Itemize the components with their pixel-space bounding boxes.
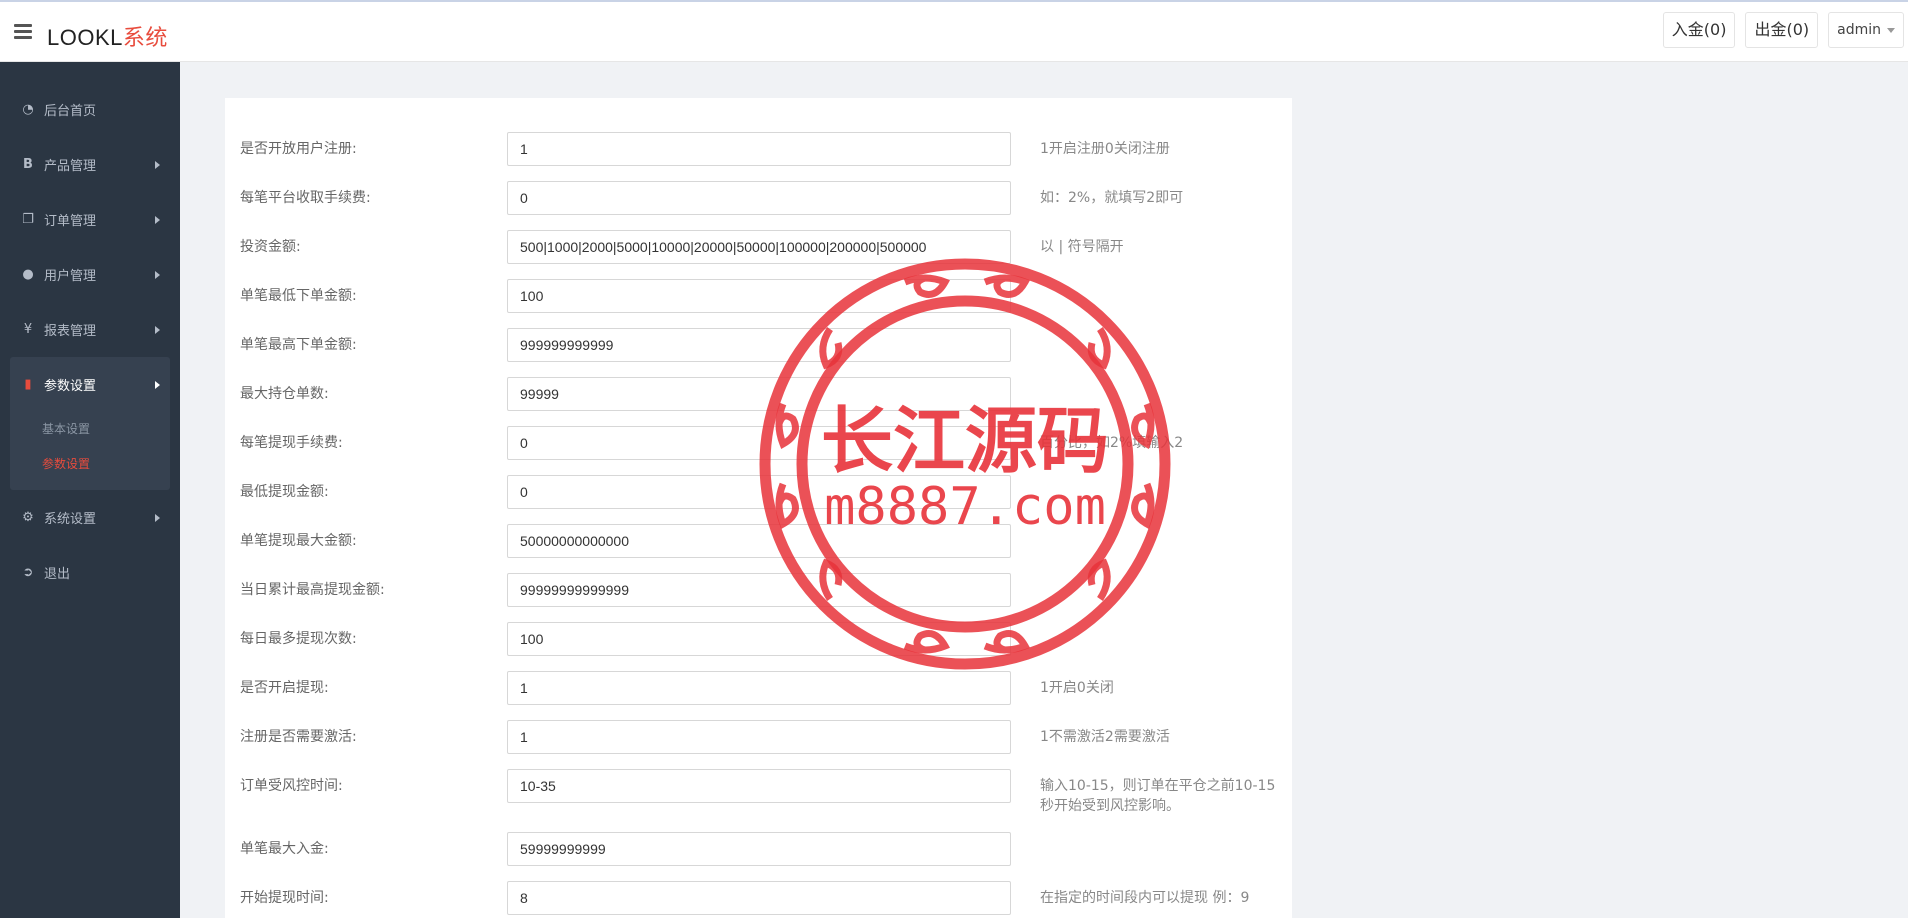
sidebar-item-logout[interactable]: ➲ 退出 [0,545,180,600]
sidebar-item-label: 系统设置 [44,512,97,527]
sidebar-item-system-settings[interactable]: ⚙ 系统设置 [0,490,180,545]
field-label: 单笔最低下单金额: [240,288,357,304]
sidebar-item-dashboard[interactable]: ◔ 后台首页 [0,82,180,137]
dashboard-icon: ◔ [22,101,34,117]
sidebar-item-products[interactable]: B 产品管理 [0,137,180,192]
field-label: 是否开启提现: [240,680,329,696]
sidebar-group-parameters: ▮ 参数设置 基本设置 参数设置 [10,357,170,490]
field-label: 订单受风控时间: [240,778,343,794]
registration-activation-input[interactable]: 1 [507,720,1011,754]
field-label: 最大持仓单数: [240,386,329,402]
gears-icon: ⚙ [22,509,34,525]
chevron-down-icon [1887,27,1895,33]
field-label: 开始提现时间: [240,890,329,906]
field-label: 每笔平台收取手续费: [240,190,371,206]
chevron-right-icon [155,216,160,224]
sidebar-item-label: 产品管理 [44,159,97,174]
menu-toggle-icon[interactable] [14,24,32,40]
field-label: 每笔提现手续费: [240,435,343,451]
field-label: 每日最多提现次数: [240,631,357,647]
sidebar-nav: ◔ 后台首页 B 产品管理 ❐ 订单管理 ● 用户管理 ¥ 报表管理 ▮ 参数设置 基本设置… [0,62,180,918]
sidebar-item-reports[interactable]: ¥ 报表管理 [0,302,180,357]
chevron-right-icon [155,381,160,389]
chevron-right-icon [155,326,160,334]
field-label: 投资金额: [240,239,301,255]
field-hint: 输入10-15，则订单在平仓之前10-15秒开始受到风控影响。 [1040,778,1276,814]
min-withdraw-amount-input[interactable]: 0 [507,475,1011,509]
yen-icon: ¥ [23,321,33,337]
sign-out-icon: ➲ [22,564,34,580]
platform-fee-input[interactable]: 0 [507,181,1011,215]
max-open-positions-input[interactable]: 99999 [507,377,1011,411]
chevron-right-icon [155,514,160,522]
sidebar-item-orders[interactable]: ❐ 订单管理 [0,192,180,247]
withdraw-fee-input[interactable]: 0 [507,426,1011,460]
field-hint: 1开启注册0关闭注册 [1040,141,1170,157]
field-hint: 如：2%，就填写2即可 [1040,190,1184,206]
field-label: 单笔提现最大金额: [240,533,357,549]
sidebar-item-label: 用户管理 [44,269,97,284]
top-header: LOOKL系统 入金(0) 出金(0) admin [0,0,1908,62]
user-name: admin [1837,22,1881,38]
header-actions: 入金(0) 出金(0) admin [1662,12,1904,48]
field-label: 是否开放用户注册: [240,141,357,157]
max-single-withdraw-input[interactable]: 50000000000000 [507,524,1011,558]
bitcoin-icon: B [23,156,33,172]
field-label: 注册是否需要激活: [240,729,357,745]
field-label: 当日累计最高提现金额: [240,582,385,598]
min-order-amount-input[interactable]: 100 [507,279,1011,313]
withdraw-start-time-input[interactable]: 8 [507,881,1011,915]
field-label: 单笔最高下单金额: [240,337,357,353]
sidebar-item-label: 退出 [44,567,71,582]
app-logo[interactable]: LOOKL系统 [47,20,168,52]
sidebar-item-parameters[interactable]: ▮ 参数设置 [10,357,170,412]
user-icon: ● [22,266,34,282]
chevron-right-icon [155,161,160,169]
logo-main: LOOKL [47,25,123,50]
sidebar-item-users[interactable]: ● 用户管理 [0,247,180,302]
sidebar-subitem-parameter-settings[interactable]: 参数设置 [10,447,170,482]
sidebar-item-label: 订单管理 [44,214,97,229]
risk-control-time-input[interactable]: 10-35 [507,769,1011,803]
field-label: 单笔最大入金: [240,841,329,857]
field-hint: 在指定的时间段内可以提现 例：9 [1040,890,1250,906]
copy-icon: ❐ [22,211,34,227]
daily-max-withdraw-input[interactable]: 99999999999999 [507,573,1011,607]
investment-amounts-input[interactable]: 500|1000|2000|5000|10000|20000|50000|100… [507,230,1011,264]
field-hint: 1开启0关闭 [1040,680,1114,696]
max-single-deposit-input[interactable]: 59999999999 [507,832,1011,866]
user-registration-input[interactable]: 1 [507,132,1011,166]
withdraw-enabled-input[interactable]: 1 [507,671,1011,705]
field-hint: 1不需激活2需要激活 [1040,729,1170,745]
daily-withdraw-count-input[interactable]: 100 [507,622,1011,656]
field-hint: 百分比，如2%填输入2 [1040,435,1184,451]
max-order-amount-input[interactable]: 999999999999 [507,328,1011,362]
sidebar-item-label: 参数设置 [44,379,97,394]
sidebar-item-label: 后台首页 [44,104,97,119]
settings-form-card: 是否开放用户注册: 1 1开启注册0关闭注册 每笔平台收取手续费: 0 如：2%… [225,98,1292,918]
logo-accent: 系统 [122,25,168,50]
sidebar-subitem-basic-settings[interactable]: 基本设置 [10,412,170,447]
sidebar-item-label: 报表管理 [44,324,97,339]
chevron-right-icon [155,271,160,279]
deposit-button[interactable]: 入金(0) [1662,12,1736,48]
withdraw-button[interactable]: 出金(0) [1745,12,1819,48]
files-icon: ▮ [24,376,32,392]
field-hint: 以 | 符号隔开 [1040,239,1124,255]
field-label: 最低提现金额: [240,484,329,500]
user-menu-button[interactable]: admin [1828,12,1904,48]
